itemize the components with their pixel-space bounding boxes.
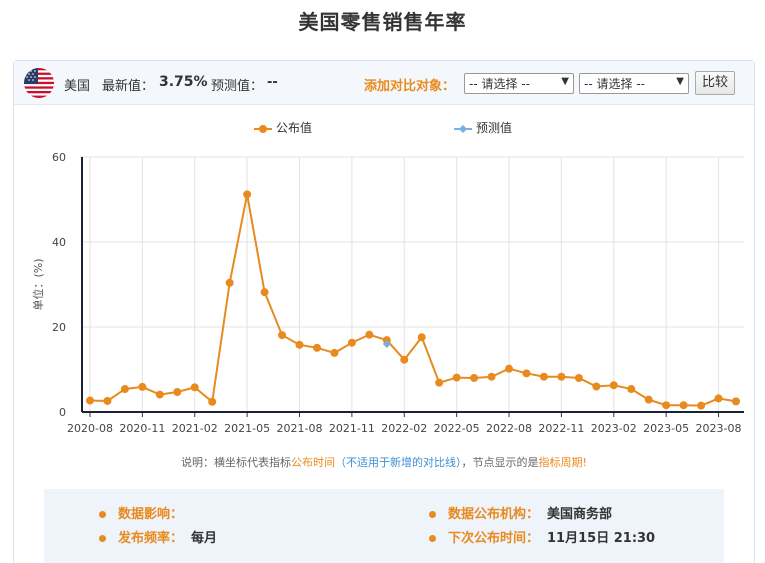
data-point-published xyxy=(470,374,479,382)
y-tick-label: 20 xyxy=(52,321,66,334)
info-box: 数据影响： 发布频率： 每月 数据公布机构： 美国商务部 下次公布时间： 11月15日… xyxy=(44,489,724,563)
note-prefix: 说明：横坐标代表指标 xyxy=(181,456,292,469)
data-point-published xyxy=(732,397,740,406)
y-tick-label: 0 xyxy=(59,406,66,419)
x-tick-label: 2021-02 xyxy=(172,422,218,435)
data-point-published xyxy=(592,382,601,391)
data-point-published xyxy=(417,333,426,342)
note-middle: ，节点显示的是 xyxy=(461,456,539,469)
series-line-published xyxy=(89,194,737,407)
impact-label: 数据影响： xyxy=(118,507,184,522)
data-point-published xyxy=(208,397,217,406)
data-point-published xyxy=(365,330,374,339)
info-frequency: 发布频率： 每月 xyxy=(99,527,217,546)
x-tick-label: 2021-05 xyxy=(224,422,270,435)
x-tick-label: 2020-11 xyxy=(119,422,165,435)
data-point-published xyxy=(103,396,112,405)
note-highlight-period: 指标周期! xyxy=(538,456,587,469)
data-point-published xyxy=(260,288,269,297)
frequency-value: 每月 xyxy=(191,531,218,546)
chart-panel: 美国 最新值： 3.75% 预测值： -- 添加对比对象： -- 请选择 -- … xyxy=(13,60,755,563)
note-paren: （不适用于新增的对比线） xyxy=(335,456,462,469)
data-point-published xyxy=(679,401,688,410)
next-release-label: 下次公布时间： xyxy=(448,531,540,546)
data-point-published xyxy=(400,355,409,364)
data-point-published xyxy=(225,278,234,287)
bullet-icon xyxy=(99,511,106,518)
data-point-published xyxy=(190,383,199,392)
info-next-release: 下次公布时间： 11月15日 21:30 xyxy=(429,527,655,546)
bullet-icon xyxy=(429,535,436,542)
x-tick-label: 2020-08 xyxy=(67,422,113,435)
y-tick-label: 40 xyxy=(52,236,66,249)
x-tick-label: 2023-08 xyxy=(696,422,742,435)
data-point-published xyxy=(138,382,147,391)
data-point-published xyxy=(644,395,653,404)
data-point-published xyxy=(312,343,321,352)
data-point-published xyxy=(86,396,94,405)
x-tick-label: 2021-11 xyxy=(329,422,375,435)
agency-label: 数据公布机构： xyxy=(448,507,540,522)
data-point-published xyxy=(435,378,444,387)
data-point-published xyxy=(155,390,164,399)
next-release-value: 11月15日 21:30 xyxy=(547,531,656,546)
chart-note: 说明：横坐标代表指标公布时间（不适用于新增的对比线），节点显示的是指标周期! xyxy=(14,454,754,470)
bullet-icon xyxy=(429,511,436,518)
frequency-label: 发布频率： xyxy=(118,531,184,546)
page-title: 美国零售销售年率 xyxy=(298,10,467,34)
x-tick-label: 2022-11 xyxy=(538,422,584,435)
data-point-published xyxy=(627,385,636,394)
y-axis-label: 单位：(%) xyxy=(31,258,45,310)
info-impact: 数据影响： xyxy=(99,503,191,522)
data-point-published xyxy=(278,331,287,340)
data-point-published xyxy=(243,190,252,199)
data-point-published xyxy=(522,369,531,378)
data-point-published xyxy=(714,394,723,403)
x-tick-label: 2023-02 xyxy=(591,422,637,435)
data-point-published xyxy=(173,388,182,397)
data-point-published xyxy=(330,348,339,357)
data-point-published xyxy=(662,401,671,410)
data-point-published xyxy=(557,372,566,381)
x-tick-label: 2021-08 xyxy=(277,422,323,435)
data-point-published xyxy=(347,338,356,347)
data-point-published xyxy=(120,385,129,394)
x-tick-label: 2022-08 xyxy=(486,422,532,435)
note-highlight-time: 公布时间 xyxy=(291,456,336,469)
x-tick-label: 2022-02 xyxy=(381,422,427,435)
data-point-published xyxy=(452,373,461,382)
data-point-published xyxy=(539,372,548,381)
data-point-published xyxy=(295,340,304,349)
line-chart: 0 20 40 60 2020-08 2020-11 2021-02 2021-05 2021-… xyxy=(31,151,744,435)
data-point-published xyxy=(609,381,618,390)
agency-value: 美国商务部 xyxy=(547,507,613,522)
bullet-icon xyxy=(99,535,106,542)
info-agency: 数据公布机构： 美国商务部 xyxy=(429,503,612,522)
data-point-published xyxy=(574,374,583,382)
y-tick-label: 60 xyxy=(52,151,66,164)
data-point-published xyxy=(697,401,706,410)
x-tick-label: 2023-05 xyxy=(643,422,689,435)
data-point-published xyxy=(487,372,496,381)
x-tick-label: 2022-05 xyxy=(434,422,480,435)
data-point-published xyxy=(505,364,514,373)
